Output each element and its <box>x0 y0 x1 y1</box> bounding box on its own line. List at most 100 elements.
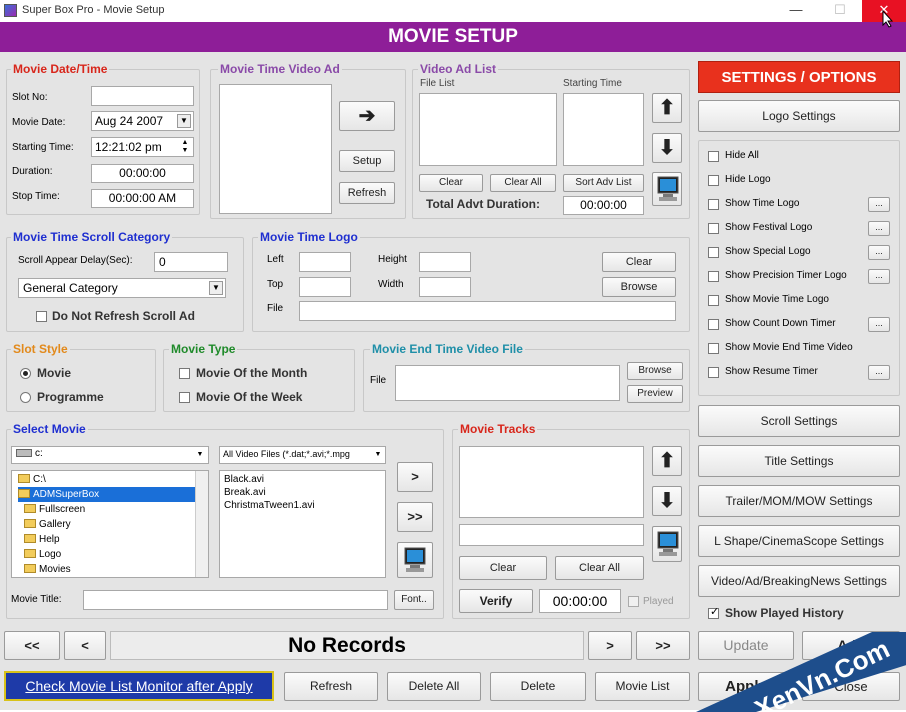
add-movie-button[interactable]: > <box>397 462 433 492</box>
video-ad-refresh-button[interactable]: Refresh <box>339 182 395 204</box>
delete-all-button[interactable]: Delete All <box>387 672 481 701</box>
logo-left-input[interactable] <box>299 252 351 272</box>
logo-file-input[interactable] <box>299 301 676 321</box>
option-checkbox[interactable] <box>708 151 719 162</box>
title-settings-button[interactable]: Title Settings <box>698 445 900 477</box>
ad-monitor-button[interactable] <box>652 172 682 206</box>
played-checkbox[interactable] <box>628 596 639 607</box>
logo-width-input[interactable] <box>419 277 471 297</box>
file-item[interactable]: Black.avi <box>224 474 264 485</box>
logo-browse-button[interactable]: Browse <box>602 277 676 297</box>
logo-clear-button[interactable]: Clear <box>602 252 676 272</box>
file-filter-select[interactable]: All Video Files (*.dat;*.avi;*.mpg ▼ <box>219 446 386 464</box>
movie-of-month-checkbox[interactable] <box>179 368 190 379</box>
slot-movie-label: Movie <box>37 366 72 380</box>
track-move-up-button[interactable]: ⬆ <box>652 446 682 476</box>
logo-settings-button[interactable]: Logo Settings <box>698 100 900 132</box>
movie-monitor-button[interactable] <box>397 542 433 578</box>
slot-movie-radio[interactable] <box>20 368 31 379</box>
option-checkbox[interactable] <box>708 223 719 234</box>
movie-date-picker[interactable]: Aug 24 2007 ▼ <box>91 111 194 131</box>
movie-of-week-checkbox[interactable] <box>179 392 190 403</box>
file-item[interactable]: Break.avi <box>224 487 266 498</box>
no-refresh-checkbox[interactable] <box>36 311 47 322</box>
tracks-list[interactable] <box>459 446 644 518</box>
chevron-down-icon[interactable]: ▼ <box>372 449 384 461</box>
track-monitor-button[interactable] <box>652 526 682 562</box>
tree-item[interactable]: Fullscreen <box>24 502 85 517</box>
verify-button[interactable]: Verify <box>459 589 533 613</box>
tree-item-selected[interactable]: ADMSuperBox <box>18 487 198 502</box>
option-settings-button[interactable]: ... <box>868 317 890 332</box>
slot-programme-radio[interactable] <box>20 392 31 403</box>
add-video-ad-button[interactable]: ➔ <box>339 101 395 131</box>
lshape-settings-button[interactable]: L Shape/CinemaScope Settings <box>698 525 900 557</box>
end-video-preview-button[interactable]: Preview <box>627 385 683 403</box>
trailer-settings-button[interactable]: Trailer/MOM/MOW Settings <box>698 485 900 517</box>
maximize-button[interactable]: ☐ <box>818 0 862 22</box>
file-list[interactable]: Black.avi Break.avi ChristmaTween1.avi <box>219 470 386 578</box>
scroll-settings-button[interactable]: Scroll Settings <box>698 405 900 437</box>
option-checkbox[interactable] <box>708 271 719 282</box>
tree-item[interactable]: Logo <box>24 547 61 562</box>
end-video-browse-button[interactable]: Browse <box>627 362 683 380</box>
spin-up-icon[interactable]: ▲ <box>179 139 191 147</box>
spin-down-icon[interactable]: ▼ <box>179 147 191 155</box>
scroll-delay-input[interactable]: 0 <box>154 252 228 272</box>
ad-clear-all-button[interactable]: Clear All <box>490 174 556 192</box>
chevron-down-icon[interactable]: ▼ <box>209 281 223 295</box>
ad-move-down-button[interactable]: ⬇ <box>652 133 682 163</box>
prev-record-button[interactable]: < <box>64 631 106 660</box>
option-settings-button[interactable]: ... <box>868 197 890 212</box>
ad-move-up-button[interactable]: ⬆ <box>652 93 682 123</box>
video-ad-setup-button[interactable]: Setup <box>339 150 395 172</box>
track-clear-all-button[interactable]: Clear All <box>555 556 644 580</box>
first-record-button[interactable]: << <box>4 631 60 660</box>
track-move-down-button[interactable]: ⬇ <box>652 486 682 516</box>
option-checkbox[interactable] <box>708 295 719 306</box>
logo-top-input[interactable] <box>299 277 351 297</box>
page-title: MOVIE SETUP <box>0 22 906 52</box>
folder-tree[interactable]: C:\ ADMSuperBox Fullscreen Gallery Help … <box>11 470 209 578</box>
chevron-down-icon[interactable]: ▼ <box>177 114 191 128</box>
track-clear-button[interactable]: Clear <box>459 556 547 580</box>
slot-no-input[interactable] <box>91 86 194 106</box>
option-checkbox[interactable] <box>708 199 719 210</box>
check-monitor-link[interactable]: Check Movie List Monitor after Apply <box>4 671 274 701</box>
option-settings-button[interactable]: ... <box>868 221 890 236</box>
chevron-down-icon[interactable]: ▼ <box>194 449 206 461</box>
option-checkbox[interactable] <box>708 343 719 354</box>
ad-starting-time-list[interactable] <box>563 93 644 166</box>
video-ad-source-list[interactable] <box>219 84 332 214</box>
delete-button[interactable]: Delete <box>490 672 586 701</box>
option-checkbox[interactable] <box>708 367 719 378</box>
ad-file-list[interactable] <box>419 93 557 166</box>
tree-item[interactable]: Help <box>24 532 60 547</box>
drive-select[interactable]: c: ▼ <box>11 446 209 464</box>
ad-clear-button[interactable]: Clear <box>419 174 483 192</box>
logo-height-input[interactable] <box>419 252 471 272</box>
option-settings-button[interactable]: ... <box>868 365 890 380</box>
sort-adv-list-button[interactable]: Sort Adv List <box>563 174 644 192</box>
tree-item[interactable]: Gallery <box>24 517 71 532</box>
option-settings-button[interactable]: ... <box>868 269 890 284</box>
option-checkbox[interactable] <box>708 175 719 186</box>
add-all-movies-button[interactable]: >> <box>397 502 433 532</box>
tree-item[interactable]: Movies <box>24 562 71 577</box>
option-settings-button[interactable]: ... <box>868 245 890 260</box>
end-video-file-input[interactable] <box>395 365 620 401</box>
file-item[interactable]: ChristmaTween1.avi <box>224 500 315 511</box>
tree-item-root[interactable]: C:\ <box>18 472 46 487</box>
movie-title-input[interactable] <box>83 590 388 610</box>
option-checkbox[interactable] <box>708 247 719 258</box>
next-record-button[interactable]: > <box>588 631 632 660</box>
scroll-category-select[interactable]: General Category ▼ <box>18 278 226 298</box>
starting-time-spinner[interactable]: 12:21:02 pm ▲ ▼ <box>91 137 194 157</box>
video-ad-settings-button[interactable]: Video/Ad/BreakingNews Settings <box>698 565 900 597</box>
minimize-button[interactable]: — <box>774 0 818 22</box>
show-played-history-checkbox[interactable]: ✓ <box>708 606 719 619</box>
font-button[interactable]: Font.. <box>394 590 434 610</box>
option-checkbox[interactable] <box>708 319 719 330</box>
tree-scrollbar[interactable] <box>195 471 208 577</box>
refresh-button[interactable]: Refresh <box>284 672 378 701</box>
